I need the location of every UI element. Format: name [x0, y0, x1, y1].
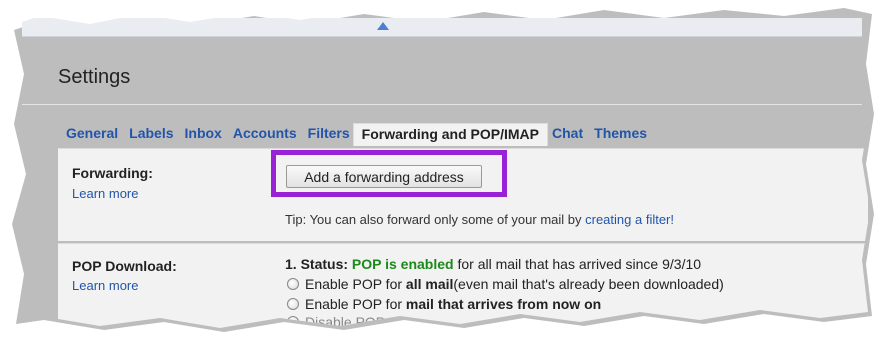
creating-filter-link[interactable]: creating a filter!	[585, 212, 674, 227]
settings-tabs: General Labels Inbox Accounts Filters Fo…	[66, 123, 658, 146]
tab-labels[interactable]: Labels	[129, 125, 173, 145]
caret-up-icon	[377, 22, 389, 30]
pop-status: 1. Status: POP is enabled for all mail t…	[285, 256, 701, 272]
status-number: 1. Status:	[285, 256, 349, 272]
tab-themes[interactable]: Themes	[594, 125, 647, 145]
option2-bold: mail that arrives from now on	[405, 296, 602, 312]
pop-option-all-mail[interactable]: Enable POP for all mail (even mail that'…	[287, 276, 724, 292]
tab-inbox[interactable]: Inbox	[185, 125, 222, 145]
option1-prefix: Enable POP for	[305, 276, 403, 292]
pop-learn-more-link[interactable]: Learn more	[72, 278, 138, 293]
tab-forwarding-pop-imap[interactable]: Forwarding and POP/IMAP	[352, 123, 549, 146]
tab-general[interactable]: General	[66, 125, 118, 145]
status-rest: for all mail that has arrived since 9/3/…	[453, 256, 702, 272]
forwarding-label: Forwarding:	[72, 165, 153, 181]
tab-accounts[interactable]: Accounts	[233, 125, 297, 145]
pop-download-label: POP Download:	[72, 258, 177, 274]
forwarding-learn-more-link[interactable]: Learn more	[72, 186, 138, 201]
radio-all-mail[interactable]	[287, 278, 299, 290]
tab-chat[interactable]: Chat	[552, 125, 583, 145]
add-forwarding-address-button[interactable]: Add a forwarding address	[286, 165, 482, 188]
option1-rest: (even mail that's already been downloade…	[453, 276, 724, 292]
settings-panel: Settings General Labels Inbox Accounts F…	[8, 4, 870, 328]
option1-bold: all mail	[405, 276, 454, 292]
status-value: POP is enabled	[351, 256, 454, 272]
radio-from-now[interactable]	[287, 298, 299, 310]
title-divider	[22, 104, 862, 105]
forwarding-tip: Tip: You can also forward only some of y…	[285, 212, 674, 227]
option2-prefix: Enable POP for	[305, 296, 403, 312]
tip-text: Tip: You can also forward only some of y…	[285, 212, 586, 227]
top-toolbar	[22, 18, 862, 37]
pop-option-from-now[interactable]: Enable POP for mail that arrives from no…	[287, 296, 601, 312]
tab-filters[interactable]: Filters	[308, 125, 350, 145]
page-title: Settings	[58, 66, 131, 88]
